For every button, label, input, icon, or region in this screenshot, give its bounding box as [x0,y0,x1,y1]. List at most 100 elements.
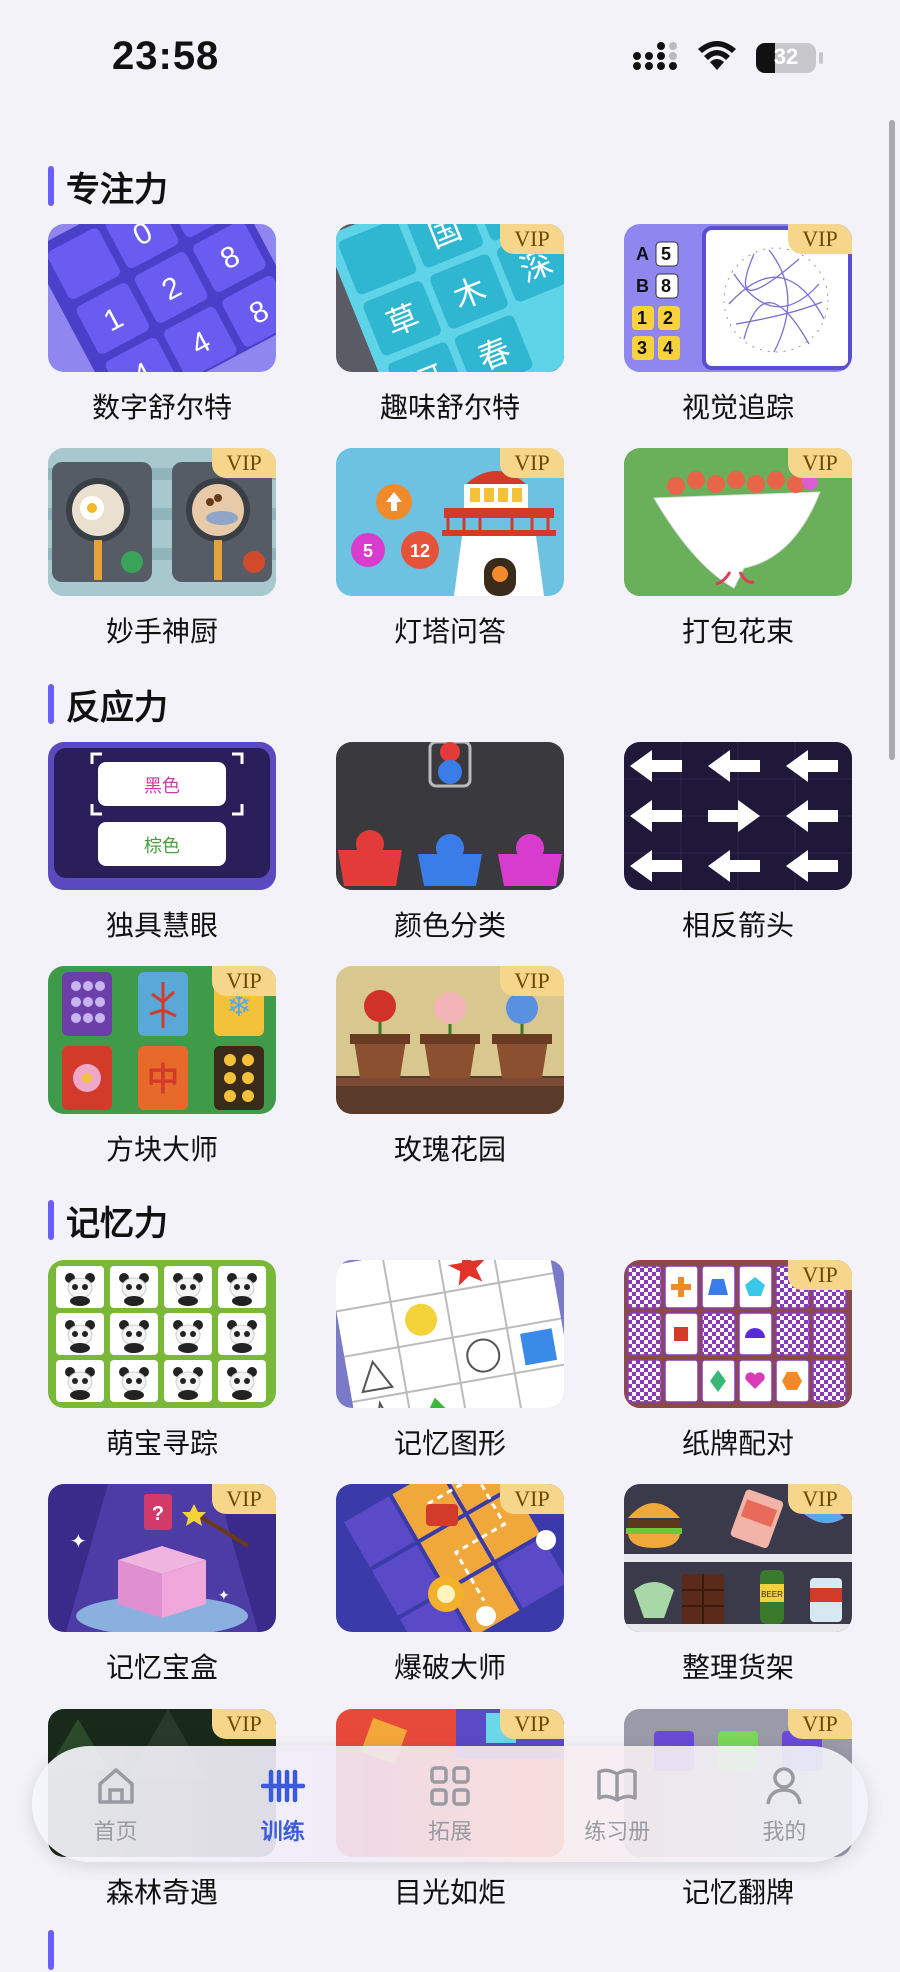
vip-badge: VIP [212,448,276,478]
thumb-question-mark: ? [152,1503,164,1525]
bottom-tab-bar: 首页 训练 拓展 练习册 我的 [32,1746,868,1862]
memory-card [627,1265,662,1309]
thumb-number: 3 [637,338,647,358]
game-label: 相反箭头 [681,909,794,942]
status-bar: 23:58 32 [0,0,900,110]
vip-badge: VIP [500,1709,564,1739]
thumbnail-keen-eye: 黑色 棕色 [48,742,276,890]
thumbnail-bouquet: VIP [624,448,852,596]
section-title-focus: 专注力 [48,164,168,210]
tab-training[interactable]: 训练 [199,1746,366,1862]
section-title-reaction: 反应力 [48,682,168,728]
tab-home[interactable]: 首页 [32,1746,199,1862]
scrollbar[interactable] [889,120,895,760]
game-label: 记忆翻牌 [681,1876,794,1909]
thumbnail-lighthouse: 5 12 VIP [336,448,564,596]
game-card-bouquet[interactable]: VIP 打包花束 [624,448,852,650]
thumb-mahjong-char: 中 [147,1060,179,1098]
game-card-block-master[interactable]: ❄ 中 VIP 方块大师 [48,966,276,1168]
thumb-color-word: 黑色 [144,776,180,797]
game-card-rose-garden[interactable]: VIP 玫瑰花园 [336,966,564,1168]
game-card-fun-schulte[interactable]: 国 在 草 木 深 河 春 VIP 趣味舒尔特 [336,224,564,426]
memory-card [701,1359,736,1403]
tab-profile[interactable]: 我的 [701,1746,868,1862]
tab-explore[interactable]: 拓展 [366,1746,533,1862]
thumbnail-memory-shapes [336,1260,564,1408]
panda-tile [164,1266,212,1308]
panda-tile [110,1313,158,1355]
thumb-number: 12 [410,541,430,561]
thumbnail-opposite-arrows [624,742,852,890]
dumbbell-icon [260,1769,306,1803]
section-accent-bar [48,1200,54,1240]
status-time: 23:58 [112,34,220,78]
memory-card [701,1312,736,1356]
vip-badge: VIP [212,966,276,996]
game-card-shelf[interactable]: BEER VIP 整理货架 [624,1484,852,1686]
tab-label: 我的 [762,1820,807,1845]
section-title-memory: 记忆力 [48,1198,168,1244]
tab-label: 训练 [260,1820,305,1845]
game-card-card-match[interactable]: VIP 纸牌配对 [624,1260,852,1462]
panda-tile [164,1360,212,1402]
svg-text:✦: ✦ [218,1588,230,1604]
thumbnail-blast-master: VIP [336,1484,564,1632]
thumbnail-panda-tracking [48,1260,276,1408]
thumb-number: 2 [663,308,673,328]
section-title-text: 专注力 [66,169,168,210]
memory-card [627,1359,662,1403]
game-card-panda-tracking[interactable]: 萌宝寻踪 [48,1260,276,1462]
memory-card [664,1265,699,1309]
thumbnail-memory-box: ? ✦ ✦ VIP [48,1484,276,1632]
vip-badge: VIP [788,448,852,478]
game-label: 爆破大师 [393,1651,506,1684]
vip-badge: VIP [500,1484,564,1514]
thumbnail-shelf: BEER VIP [624,1484,852,1632]
game-card-opposite-arrows[interactable]: 相反箭头 [624,742,852,944]
panda-tile [218,1360,266,1402]
vip-badge: VIP [788,224,852,254]
battery-level: 32 [773,44,799,69]
memory-card [775,1359,810,1403]
game-card-chef[interactable]: VIP 妙手神厨 [48,448,276,650]
game-label: 森林奇遇 [105,1876,218,1909]
vip-badge: VIP [788,1260,852,1290]
memory-card [812,1359,847,1403]
section-title-text: 记忆力 [66,1203,168,1244]
memory-card [627,1312,662,1356]
panda-tile [164,1313,212,1355]
thumb-number: 5 [363,541,373,561]
section-accent-bar [48,166,54,206]
vip-badge: VIP [212,1709,276,1739]
panda-tile [110,1266,158,1308]
memory-card [775,1312,810,1356]
thumbnail-fun-schulte: 国 在 草 木 深 河 春 VIP [336,224,564,372]
game-label: 记忆宝盒 [105,1651,218,1684]
wifi-icon [698,41,736,70]
svg-text:✦: ✦ [70,1529,87,1553]
game-card-lighthouse[interactable]: 5 12 VIP 灯塔问答 [336,448,564,650]
vip-badge: VIP [500,224,564,254]
vip-badge: VIP [788,1709,852,1739]
tab-workbook[interactable]: 练习册 [534,1746,701,1862]
game-card-color-sort[interactable]: 颜色分类 [336,742,564,944]
battery-tip [819,52,823,64]
game-label: 整理货架 [681,1651,794,1684]
person-icon [766,1767,803,1805]
game-label: 纸牌配对 [681,1427,794,1460]
memory-card [664,1359,699,1403]
panda-tile [56,1313,104,1355]
game-card-blast-master[interactable]: VIP 爆破大师 [336,1484,564,1686]
game-card-memory-box[interactable]: ? ✦ ✦ VIP 记忆宝盒 [48,1484,276,1686]
game-label: 玫瑰花园 [393,1133,506,1166]
game-card-number-schulte[interactable]: 0 6 1 2 8 4 4 8 数字舒尔特 [48,224,276,426]
section-accent-bar [48,684,54,724]
game-card-visual-tracking[interactable]: A 5 B 8 1 2 3 4 VIP 视觉追踪 [624,224,852,426]
game-card-memory-shapes[interactable]: 记忆图形 [336,1260,564,1462]
panda-tile [56,1266,104,1308]
game-card-keen-eye[interactable]: 黑色 棕色 独具慧眼 [48,742,276,944]
thumb-letter: A [636,244,649,264]
section-title-text: 反应力 [66,687,168,728]
thumb-number: 4 [663,338,673,358]
thumbnail-number-schulte: 0 6 1 2 8 4 4 8 [48,224,276,372]
